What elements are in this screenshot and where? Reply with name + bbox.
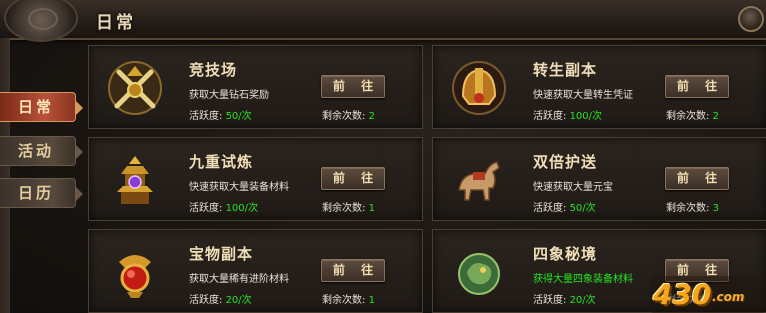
go-button[interactable]: 前 往 bbox=[321, 259, 385, 282]
card-description: 快速获取大量元宝 bbox=[533, 182, 613, 193]
card-name: 转生副本 bbox=[533, 61, 598, 79]
activity-points: 活跃度: 100/次 bbox=[189, 203, 259, 214]
activity-points: 活跃度: 50/次 bbox=[533, 203, 596, 214]
card-name: 竞技场 bbox=[189, 61, 238, 79]
activity-card-double-escort: 双倍护送 快速获取大量元宝 前 往 活跃度: 50/次 剩余次数: 3 bbox=[432, 137, 766, 221]
go-button[interactable]: 前 往 bbox=[665, 167, 729, 190]
card-name: 宝物副本 bbox=[189, 245, 254, 263]
activity-points: 活跃度: 20/次 bbox=[189, 295, 252, 306]
tab-calendar[interactable]: 日历 bbox=[0, 178, 83, 208]
activity-points: 活跃度: 50/次 bbox=[189, 111, 252, 122]
card-name: 九重试炼 bbox=[189, 153, 254, 171]
go-button[interactable]: 前 往 bbox=[321, 167, 385, 190]
activity-card-nine-trials: 九重试炼 快速获取大量装备材料 前 往 活跃度: 100/次 剩余次数: 1 bbox=[88, 137, 423, 221]
dragon-emblem-icon bbox=[4, 0, 78, 42]
go-button[interactable]: 前 往 bbox=[321, 75, 385, 98]
remaining-count: 剩余次数: 1 bbox=[322, 203, 375, 214]
red-gem-icon bbox=[103, 240, 167, 304]
watermark-logo: 430 bbox=[653, 278, 712, 311]
tab-events[interactable]: 活动 bbox=[0, 136, 83, 166]
card-name: 四象秘境 bbox=[533, 245, 598, 263]
pagoda-icon bbox=[103, 148, 167, 212]
horse-icon bbox=[447, 148, 511, 212]
jade-beast-icon bbox=[447, 240, 511, 304]
activity-points: 活跃度: 100/次 bbox=[533, 111, 603, 122]
remaining-count: 剩余次数: 1 bbox=[322, 295, 375, 306]
helmet-icon bbox=[447, 56, 511, 120]
side-pillar bbox=[0, 38, 10, 313]
card-description: 快速获取大量装备材料 bbox=[189, 182, 289, 193]
remaining-count: 剩余次数: 2 bbox=[666, 111, 719, 122]
card-name: 双倍护送 bbox=[533, 153, 598, 171]
card-description: 快速获取大量转生凭证 bbox=[533, 90, 633, 101]
activity-card-arena: 竞技场 获取大量钻石奖励 前 往 活跃度: 50/次 剩余次数: 2 bbox=[88, 45, 423, 129]
activity-card-treasure-dungeon: 宝物副本 获取大量稀有进阶材料 前 往 活跃度: 20/次 剩余次数: 1 bbox=[88, 229, 423, 313]
window-title: 日常 bbox=[96, 13, 136, 33]
remaining-count: 剩余次数: 3 bbox=[666, 203, 719, 214]
card-description: 获取大量稀有进阶材料 bbox=[189, 274, 289, 285]
activity-card-rebirth-dungeon: 转生副本 快速获取大量转生凭证 前 往 活跃度: 100/次 剩余次数: 2 bbox=[432, 45, 766, 129]
card-description: 获得大量四象装备材料 bbox=[533, 274, 633, 285]
card-description: 获取大量钻石奖励 bbox=[189, 90, 269, 101]
watermark-suffix: .com bbox=[712, 290, 745, 304]
tab-daily[interactable]: 日常 bbox=[0, 92, 83, 122]
close-button[interactable] bbox=[738, 6, 764, 32]
activity-points: 活跃度: 20/次 bbox=[533, 295, 596, 306]
go-button[interactable]: 前 往 bbox=[665, 75, 729, 98]
remaining-count: 剩余次数: 2 bbox=[322, 111, 375, 122]
crossed-swords-icon bbox=[103, 56, 167, 120]
title-bar: 日常 bbox=[0, 0, 766, 42]
